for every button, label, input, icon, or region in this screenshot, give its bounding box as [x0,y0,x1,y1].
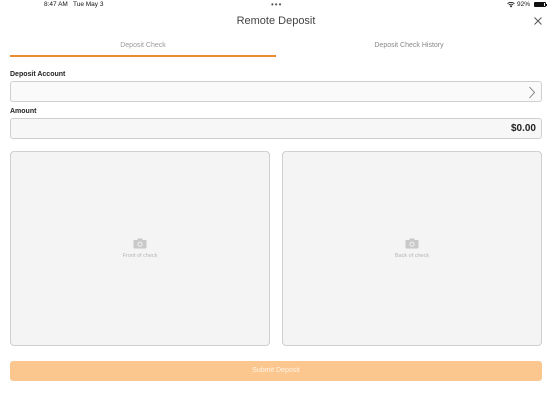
back-of-check-caption: Back of check [394,253,430,259]
amount-input[interactable]: $0.00 [10,118,542,139]
submit-deposit-button[interactable]: Submit Deposit [10,361,542,381]
camera-icon [133,238,147,249]
status-date: Tue May 3 [73,1,104,8]
front-of-check-capture[interactable]: Front of check [10,151,270,346]
amount-label: Amount [10,108,37,115]
deposit-account-label: Deposit Account [10,71,66,78]
tab-bar: Deposit Check Deposit Check History [10,40,542,57]
status-indicators: 92% [507,1,547,8]
deposit-account-select[interactable] [10,81,542,102]
close-icon[interactable] [533,16,543,26]
battery-icon [534,2,547,7]
back-of-check-capture[interactable]: Back of check [282,151,542,346]
front-of-check-caption: Front of check [122,253,158,259]
status-bar: 8:47 AM Tue May 3 ••• 92% [0,0,552,10]
battery-percent: 92% [516,1,530,8]
page-title: Remote Deposit [236,15,316,27]
status-time: 8:47 AM [44,1,68,8]
multitasking-dots[interactable]: ••• [271,0,282,9]
camera-icon [405,238,419,249]
amount-value: $0.00 [510,123,536,134]
tab-deposit-check[interactable]: Deposit Check [10,40,276,57]
wifi-icon [507,1,515,7]
tab-deposit-check-history[interactable]: Deposit Check History [276,40,542,57]
chevron-right-icon [529,86,536,99]
